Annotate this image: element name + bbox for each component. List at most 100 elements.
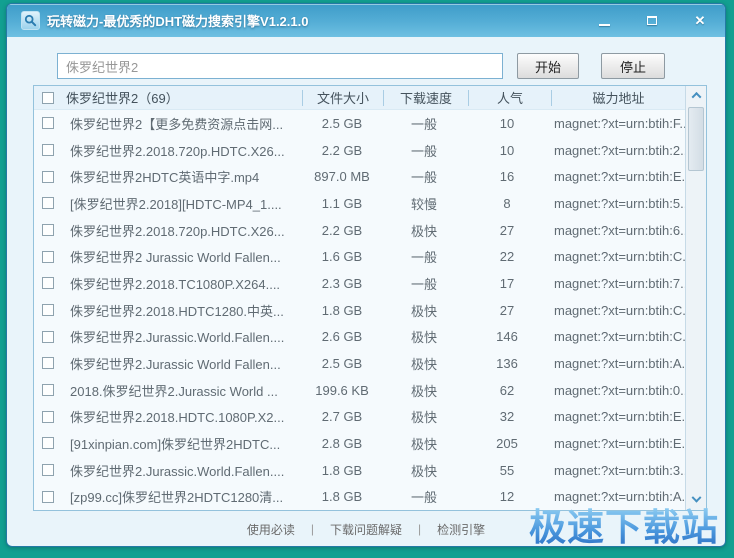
- row-checkbox[interactable]: [42, 224, 54, 237]
- row-speed: 极快: [410, 356, 437, 372]
- row-magnet-link[interactable]: magnet:?xt=urn:btih:C...: [548, 329, 685, 344]
- row-popularity: 62: [499, 382, 515, 398]
- table-row[interactable]: 侏罗纪世界2.2018.HDTC1280.中英... 1.8 GB 极快 27 magn…: [34, 297, 685, 324]
- row-magnet-link[interactable]: magnet:?xt=urn:btih:A...: [548, 356, 685, 371]
- row-checkbox[interactable]: [42, 384, 54, 397]
- row-size: 2.2 GB: [321, 142, 363, 158]
- select-all-checkbox[interactable]: [42, 91, 54, 104]
- scrollbar-thumb[interactable]: [688, 107, 704, 171]
- row-magnet-link[interactable]: magnet:?xt=urn:btih:E...: [548, 409, 685, 424]
- row-name: 侏罗纪世界2.2018.720p.HDTC.X26...: [70, 143, 285, 159]
- row-speed: 一般: [410, 490, 437, 506]
- row-checkbox-cell: [34, 384, 70, 397]
- row-checkbox[interactable]: [42, 410, 54, 423]
- row-popularity: 32: [499, 409, 515, 425]
- row-checkbox-cell: [34, 197, 70, 210]
- row-name: 侏罗纪世界2HDTC英语中字.mp4: [70, 170, 260, 186]
- table-row[interactable]: 侏罗纪世界2.2018.HDTC.1080P.X2... 2.7 GB 极快 32 ma…: [34, 403, 685, 430]
- row-magnet-link[interactable]: magnet:?xt=urn:btih:A...: [548, 489, 685, 504]
- row-checkbox[interactable]: [42, 490, 54, 503]
- table-row[interactable]: [侏罗纪世界2.2018][HDTC-MP4_1.... 1.1 GB 较慢 8 mag…: [34, 190, 685, 217]
- stop-button[interactable]: 停止: [601, 53, 665, 79]
- row-popularity: 27: [499, 222, 515, 238]
- table-row[interactable]: 侏罗纪世界2.Jurassic World Fallen... 2.5 GB 极快 1…: [34, 350, 685, 377]
- row-popularity: 10: [499, 115, 515, 131]
- row-checkbox-cell: [34, 277, 70, 290]
- row-size: 2.7 GB: [321, 409, 363, 425]
- row-magnet-link[interactable]: magnet:?xt=urn:btih:6...: [548, 223, 685, 238]
- row-speed: 极快: [410, 223, 437, 239]
- row-popularity: 27: [499, 302, 515, 318]
- row-name: 2018.侏罗纪世界2.Jurassic World ...: [70, 383, 278, 399]
- table-row[interactable]: [91xinpian.com]侏罗纪世界2HDTC... 2.8 GB 极快 205 m…: [34, 430, 685, 457]
- row-checkbox[interactable]: [42, 357, 54, 370]
- results-table: 侏罗纪世界2（69） 文件大小 下载速度 人气 磁力地址 侏罗纪世界2【更多免费…: [33, 85, 707, 511]
- vertical-scrollbar[interactable]: [685, 86, 706, 510]
- header-popularity-label[interactable]: 人气: [469, 88, 551, 107]
- table-row[interactable]: 侏罗纪世界2.Jurassic.World.Fallen.... 1.8 GB 极快…: [34, 457, 685, 484]
- header-speed-label[interactable]: 下载速度: [384, 88, 468, 107]
- row-magnet-link[interactable]: magnet:?xt=urn:btih:3...: [548, 463, 685, 478]
- row-name: [zp99.cc]侏罗纪世界2HDTC1280清...: [70, 490, 284, 506]
- row-magnet-link[interactable]: magnet:?xt=urn:btih:5...: [548, 196, 685, 211]
- row-size: 897.0 MB: [314, 169, 370, 185]
- row-checkbox[interactable]: [42, 144, 54, 156]
- maximize-button[interactable]: [639, 11, 665, 31]
- table-row[interactable]: 侏罗纪世界2.Jurassic.World.Fallen.... 2.6 GB 极快…: [34, 323, 685, 350]
- row-checkbox[interactable]: [42, 304, 54, 317]
- table-row[interactable]: 侏罗纪世界2【更多免费资源点击网... 2.5 GB 一般 10 magnet:?xt=…: [34, 110, 685, 137]
- table-row[interactable]: 侏罗纪世界2.2018.TC1080P.X264.... 2.3 GB 一般 17 ma…: [34, 270, 685, 297]
- row-magnet-link[interactable]: magnet:?xt=urn:btih:0...: [548, 383, 685, 398]
- row-checkbox[interactable]: [42, 437, 54, 450]
- row-speed: 较慢: [410, 196, 437, 212]
- table-row[interactable]: 侏罗纪世界2HDTC英语中字.mp4 897.0 MB 一般 16 magnet:?xt…: [34, 163, 685, 190]
- row-magnet-link[interactable]: magnet:?xt=urn:btih:E...: [548, 169, 685, 184]
- row-magnet-link[interactable]: magnet:?xt=urn:btih:2...: [548, 143, 685, 158]
- row-checkbox[interactable]: [42, 277, 54, 290]
- desktop: { "window": { "title": "玩转磁力-最优秀的DHT磁力搜索…: [0, 0, 734, 558]
- row-magnet-link[interactable]: magnet:?xt=urn:btih:7...: [548, 276, 685, 291]
- row-checkbox[interactable]: [42, 464, 54, 477]
- row-magnet-link[interactable]: magnet:?xt=urn:btih:C...: [548, 303, 685, 318]
- row-popularity: 205: [496, 435, 518, 451]
- row-popularity: 17: [499, 275, 515, 291]
- table-row[interactable]: [zp99.cc]侏罗纪世界2HDTC1280清... 1.8 GB 一般 12 mag…: [34, 483, 685, 510]
- table-row[interactable]: 侏罗纪世界2.2018.720p.HDTC.X26... 2.2 GB 一般 10 ma…: [34, 137, 685, 164]
- row-magnet-link[interactable]: magnet:?xt=urn:btih:C...: [548, 249, 685, 264]
- close-icon: ✕: [694, 13, 706, 28]
- header-magnet-label[interactable]: 磁力地址: [552, 88, 685, 107]
- site-watermark: 极速下载站: [529, 507, 719, 546]
- minimize-button[interactable]: [591, 11, 617, 31]
- start-button[interactable]: 开始: [517, 53, 579, 79]
- row-checkbox[interactable]: [42, 250, 54, 263]
- row-size: 1.1 GB: [321, 195, 363, 211]
- row-popularity: 8: [503, 195, 511, 211]
- header-size-label[interactable]: 文件大小: [303, 88, 383, 107]
- maximize-icon: [647, 16, 657, 25]
- close-button[interactable]: ✕: [687, 11, 713, 31]
- footer-link-usage-guide[interactable]: 使用必读: [247, 521, 295, 538]
- row-checkbox[interactable]: [42, 117, 54, 130]
- row-checkbox[interactable]: [42, 170, 54, 183]
- table-row[interactable]: 2018.侏罗纪世界2.Jurassic World ... 199.6 KB 极快…: [34, 377, 685, 404]
- window-controls: ✕: [591, 11, 713, 31]
- row-checkbox[interactable]: [42, 197, 54, 210]
- row-popularity: 136: [496, 355, 518, 371]
- row-size: 2.3 GB: [321, 275, 363, 291]
- row-checkbox-cell: [34, 304, 70, 317]
- window-title: 玩转磁力-最优秀的DHT磁力搜索引擎V1.2.1.0: [47, 14, 309, 29]
- scrollbar-up-button[interactable]: [686, 86, 706, 105]
- search-input[interactable]: [57, 53, 503, 79]
- row-magnet-link[interactable]: magnet:?xt=urn:btih:F...: [548, 116, 685, 131]
- row-speed: 极快: [410, 383, 437, 399]
- footer-link-engine-check[interactable]: 检测引擎: [437, 521, 485, 538]
- footer-link-download-faq[interactable]: 下载问题解疑: [330, 521, 402, 538]
- row-checkbox-cell: [34, 330, 70, 343]
- row-size: 1.8 GB: [321, 302, 363, 318]
- row-magnet-link[interactable]: magnet:?xt=urn:btih:E...: [548, 436, 685, 451]
- table-row[interactable]: 侏罗纪世界2.2018.720p.HDTC.X26... 2.2 GB 极快 27 ma…: [34, 217, 685, 244]
- row-checkbox[interactable]: [42, 330, 54, 343]
- row-speed: 一般: [410, 276, 437, 292]
- row-checkbox-cell: [34, 437, 70, 450]
- table-row[interactable]: 侏罗纪世界2 Jurassic World Fallen... 1.6 GB 一般 2…: [34, 243, 685, 270]
